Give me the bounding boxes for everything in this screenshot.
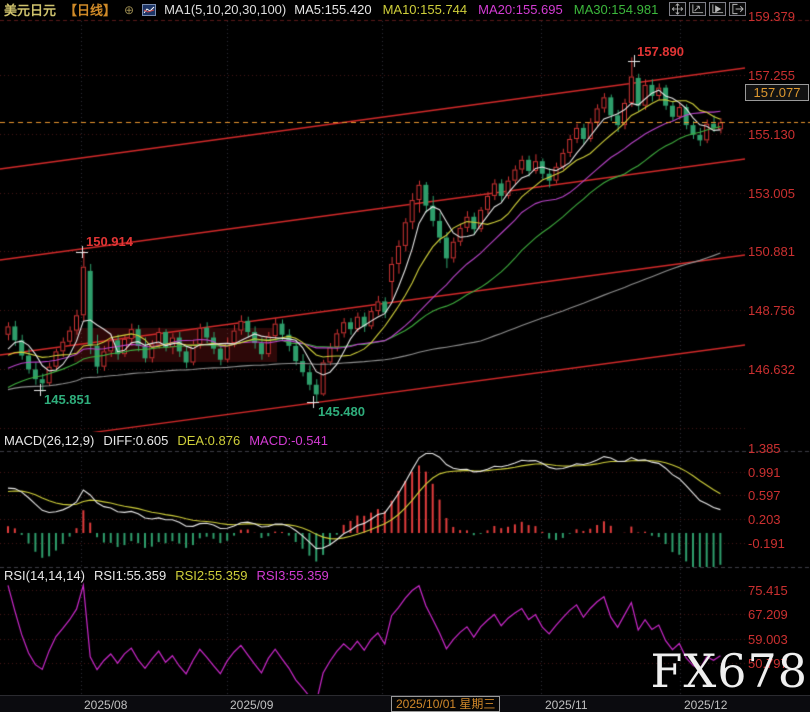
price-annotation: 145.480 [318,404,365,419]
x-axis-label: 2025/08 [84,698,128,712]
macd-axis-label: 0.203 [748,512,781,527]
ma-value-label: MA30:154.981 [573,2,659,17]
exit-icon[interactable] [729,2,746,16]
macd-params-label: MACD(26,12,9) [4,433,95,448]
rsi-axis-label: 67.209 [748,607,788,622]
date-crosshair-label: 2025/10/01 星期三 [391,696,501,712]
rsi3-value: RSI3:55.359 [256,568,329,583]
price-axis-label: 148.756 [748,303,795,318]
ma-value-label: MA20:155.695 [478,2,563,17]
price-axis-label: 146.632 [748,362,795,377]
rsi1-value: RSI1:55.359 [93,568,167,583]
ma-value-label: MA10:155.744 [382,2,468,17]
price-axis-label: 150.881 [748,244,795,259]
price-annotation: 145.851 [44,392,91,407]
macd-axis-label: 0.597 [748,488,781,503]
macd-axis-label: 1.385 [748,441,781,456]
rsi-axis-label: 75.415 [748,583,788,598]
current-price-axis-label: 157.077 [745,84,809,101]
x-axis-label: 2025/12 [684,698,728,712]
ma-settings-label: MA1(5,10,20,30,100) [164,2,287,17]
price-axis-label: 157.255 [748,68,795,83]
expand-icon[interactable]: ⊕ [124,3,134,17]
macd-diff-value: DIFF:0.605 [103,433,169,448]
chart-canvas[interactable] [0,0,810,712]
chart-header: 美元日元 【日线】 ⊕ MA1(5,10,20,30,100) MA5:155.… [4,1,680,18]
x-axis-label: 2025/11 [545,698,588,712]
price-annotation: 150.914 [86,234,133,249]
rsi-params-label: RSI(14,14,14) [4,568,85,583]
x-axis-label: 2025/09 [230,698,274,712]
pan-icon[interactable] [669,2,686,16]
macd-hist-value: MACD:-0.541 [249,433,328,448]
chart-type-icon[interactable] [142,3,157,16]
ma-value-label: MA5:155.420 [294,2,372,17]
trading-chart-window: 美元日元 【日线】 ⊕ MA1(5,10,20,30,100) MA5:155.… [0,0,810,712]
period-label[interactable]: 【日线】 [64,0,116,19]
price-axis-label: 159.379 [748,9,795,24]
macd-dea-value: DEA:0.876 [177,433,241,448]
macd-axis-label: -0.191 [748,536,785,551]
symbol-title: 美元日元 [4,3,57,18]
chart-toolbar [669,2,746,16]
macd-header: MACD(26,12,9) DIFF:0.605 DEA:0.876 MACD:… [4,433,328,448]
axis-scale-icon[interactable] [689,2,706,16]
price-axis-label: 153.005 [748,186,795,201]
axis-play-icon[interactable] [709,2,726,16]
watermark: FX678 [650,644,808,698]
price-annotation: 157.890 [637,44,684,59]
ma-values-group: MA5:155.420 MA10:155.744 MA20:155.695 MA30:… [294,2,680,17]
rsi2-value: RSI2:55.359 [175,568,248,583]
price-axis-label: 155.130 [748,127,795,142]
macd-axis-label: 0.991 [748,465,781,480]
rsi-header: RSI(14,14,14) RSI1:55.359 RSI2:55.359 RS… [4,568,329,583]
